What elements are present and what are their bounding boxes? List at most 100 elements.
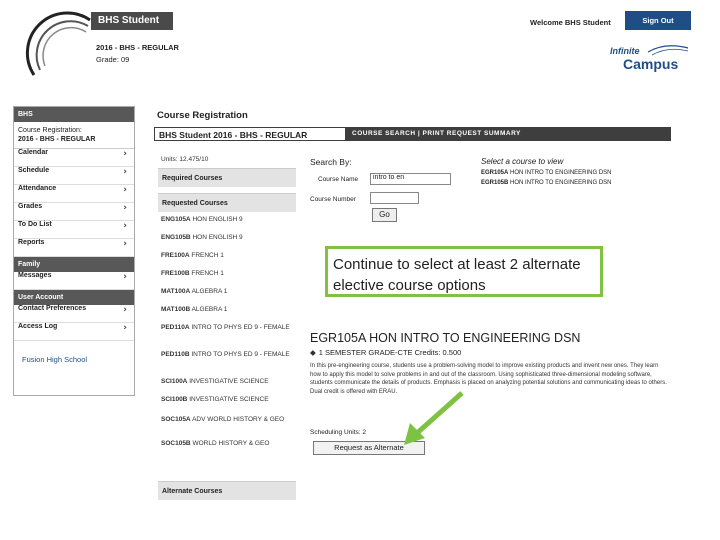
list-item[interactable]: SOC105B WORLD HISTORY & GEO [158, 438, 296, 460]
infinite-campus-logo: Infinite Campus [610, 42, 690, 74]
sidebar-item-label: Attendance [18, 185, 57, 192]
sidebar: BHS Course Registration: 2016 - BHS - RE… [13, 106, 135, 396]
sidebar-item-label: Contact Preferences [18, 305, 87, 312]
list-item[interactable]: FRE100B FRENCH 1 [158, 268, 296, 286]
course-code: PED110B [161, 351, 190, 358]
school-name: Fusion High School [22, 355, 88, 364]
course-code: SOC105B [161, 440, 191, 447]
requested-courses-header[interactable]: Requested Courses [158, 193, 296, 212]
course-description: In this pre-engineering course, students… [310, 363, 667, 395]
list-item[interactable]: ENG105B HON ENGLISH 9 [158, 232, 296, 250]
list-item[interactable]: ENG105A HON ENGLISH 9 [158, 214, 296, 232]
course-name-input[interactable]: intro to en [370, 173, 451, 185]
sign-out-button[interactable]: Sign Out [625, 11, 691, 30]
search-by-title: Search By: [310, 157, 352, 167]
chevron-right-icon: › [123, 203, 127, 213]
course-code: ENG105B [161, 234, 191, 241]
sidebar-item-label: Messages [18, 272, 52, 279]
course-detail-title: EGR105A HON INTRO TO ENGINEERING DSN [310, 331, 581, 345]
sidebar-item-contact-preferences[interactable]: Contact Preferences › [14, 305, 134, 323]
course-name: INVESTIGATIVE SCIENCE [189, 396, 269, 403]
course-code: MAT100A [161, 288, 191, 295]
sidebar-item-label: Grades [18, 203, 43, 210]
list-item[interactable]: SOC105A ADV WORLD HISTORY & GEO [158, 414, 296, 438]
course-name-label: Course Name [318, 176, 359, 183]
course-number-input[interactable] [370, 192, 419, 204]
decorative-arcs [25, 11, 91, 76]
course-name: ALGEBRA 1 [191, 288, 228, 295]
sidebar-item-label: Reports [18, 239, 45, 246]
chevron-right-icon: › [123, 239, 127, 249]
course-number-label: Course Number [310, 196, 356, 203]
sidebar-item-label: To Do List [18, 221, 52, 228]
grade-level: Grade: 09 [96, 55, 130, 64]
course-name: HON ENGLISH 9 [192, 234, 243, 241]
required-courses-header[interactable]: Required Courses [158, 168, 296, 187]
sidebar-item-grades[interactable]: Grades › [14, 203, 134, 221]
chevron-right-icon: › [123, 272, 127, 282]
sidebar-header-school: BHS [14, 107, 134, 122]
sidebar-item-label: Access Log [18, 323, 58, 330]
sidebar-item-access-log[interactable]: Access Log › [14, 323, 134, 341]
course-code: FRE100B [161, 270, 190, 277]
course-code: EGR105B [481, 180, 509, 186]
course-name: FRENCH 1 [191, 252, 224, 259]
list-item[interactable]: MAT100B ALGEBRA 1 [158, 304, 296, 322]
results-title: Select a course to view [481, 157, 564, 166]
sidebar-item-calendar[interactable]: Calendar › [14, 149, 134, 167]
student-calendar-label: BHS Student 2016 - BHS - REGULAR [154, 127, 346, 141]
list-item[interactable]: PED110B INTRO TO PHYS ED 9 - FEMALE [158, 349, 296, 376]
registration-bar: BHS Student 2016 - BHS - REGULAR COURSE … [154, 127, 671, 141]
app-name: BHS Student [91, 12, 173, 30]
course-code: SCI100A [161, 378, 188, 385]
welcome-text: Welcome BHS Student [530, 18, 611, 27]
list-item[interactable]: SCI100B INVESTIGATIVE SCIENCE [158, 394, 296, 414]
search-result-item[interactable]: EGR105A HON INTRO TO ENGINEERING DSN [481, 170, 612, 176]
list-item[interactable]: PED110A INTRO TO PHYS ED 9 - FEMALE [158, 322, 296, 349]
course-name: ALGEBRA 1 [191, 306, 228, 313]
course-name: INTRO TO PHYS ED 9 - FEMALE [191, 351, 290, 358]
course-code: ENG105A [161, 216, 191, 223]
sidebar-item-course-registration[interactable]: Course Registration: 2016 - BHS - REGULA… [14, 122, 134, 149]
course-code: PED110A [161, 324, 190, 331]
course-code: MAT100B [161, 306, 191, 313]
sidebar-item-label: Course Registration: [18, 127, 82, 134]
course-code: FRE100A [161, 252, 190, 259]
page-title: Course Registration [157, 110, 248, 121]
enrollment-year: 2016 - BHS - REGULAR [96, 43, 179, 52]
chevron-right-icon: › [123, 305, 127, 315]
search-result-item[interactable]: EGR105B HON INTRO TO ENGINEERING DSN [481, 180, 612, 186]
sidebar-header-user-account: User Account [14, 290, 134, 305]
go-button[interactable]: Go [372, 208, 397, 222]
sidebar-item-schedule[interactable]: Schedule › [14, 167, 134, 185]
course-code: SOC105A [161, 416, 191, 423]
course-name: HON INTRO TO ENGINEERING DSN [510, 170, 612, 176]
course-list-panel: Units: 12.475/10 Required Courses Reques… [158, 152, 296, 460]
registration-tabs[interactable]: COURSE SEARCH | PRINT REQUEST SUMMARY [352, 127, 521, 141]
list-item[interactable]: SCI100A INVESTIGATIVE SCIENCE [158, 376, 296, 394]
sidebar-item-label: Calendar [18, 149, 48, 156]
chevron-right-icon: › [123, 323, 127, 333]
course-name: HON ENGLISH 9 [192, 216, 243, 223]
scheduling-units: Scheduling Units: 2 [310, 429, 367, 436]
logo-swoosh-icon [647, 45, 689, 56]
alternate-courses-header[interactable]: Alternate Courses [158, 481, 296, 500]
course-code: EGR105A [481, 170, 509, 176]
chevron-right-icon: › [123, 221, 127, 231]
sidebar-header-family: Family [14, 257, 134, 272]
instruction-callout: Continue to select at least 2 alternate … [325, 246, 603, 297]
sidebar-item-reports[interactable]: Reports › [14, 239, 134, 257]
sidebar-item-todo[interactable]: To Do List › [14, 221, 134, 239]
course-name: HON INTRO TO ENGINEERING DSN [510, 180, 612, 186]
list-item[interactable]: FRE100A FRENCH 1 [158, 250, 296, 268]
course-code: SCI100B [161, 396, 188, 403]
sidebar-item-sublabel: 2016 - BHS - REGULAR [18, 136, 96, 143]
course-name: INVESTIGATIVE SCIENCE [189, 378, 269, 385]
course-name: ADV WORLD HISTORY & GEO [192, 416, 285, 423]
sidebar-item-messages[interactable]: Messages › [14, 272, 134, 290]
list-item[interactable]: MAT100A ALGEBRA 1 [158, 286, 296, 304]
sidebar-item-label: Schedule [18, 167, 50, 174]
sidebar-item-attendance[interactable]: Attendance › [14, 185, 134, 203]
request-as-alternate-button[interactable]: Request as Alternate [313, 441, 425, 455]
diamond-icon: ◆ [310, 348, 316, 357]
